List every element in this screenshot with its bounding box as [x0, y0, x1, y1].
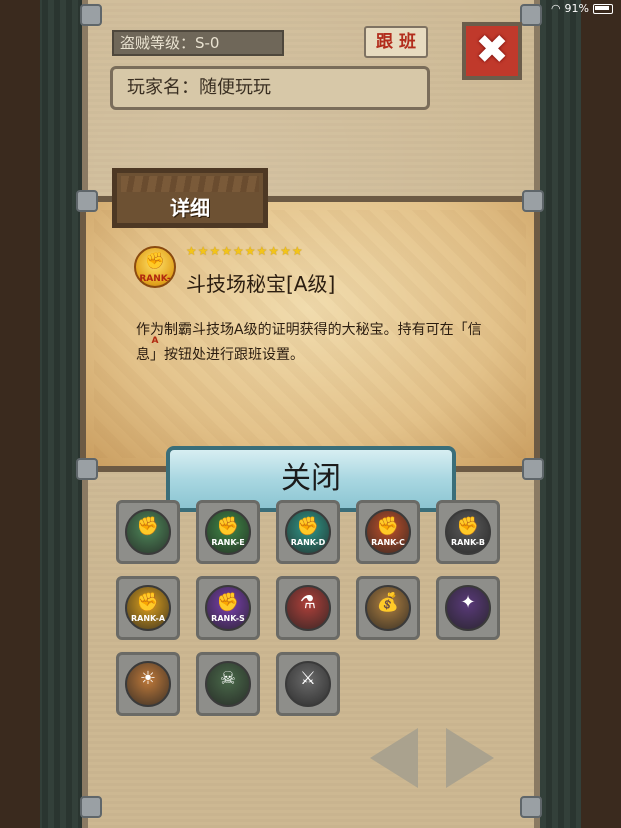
wifi-icon: ◠	[550, 2, 561, 15]
grid-slot[interactable]: ✊ RANK-B	[436, 500, 500, 564]
item-glyph: ✊	[376, 516, 400, 537]
item-icon: ✊ RANK-S	[205, 585, 251, 631]
grid-slot[interactable]: ⚗	[276, 576, 340, 640]
bolt-icon	[80, 4, 102, 26]
item-glyph: ☠	[219, 668, 237, 689]
grid-slot[interactable]: ✊ RANK-S	[196, 576, 260, 640]
dialog-title: 详细	[170, 196, 210, 220]
status-bar: ◠ 91%	[551, 2, 613, 15]
bolt-icon	[76, 458, 98, 480]
grid-slot[interactable]: ✊ RANK-D	[276, 500, 340, 564]
left-wood-frame	[0, 0, 40, 828]
item-label: RANK-E	[211, 538, 245, 547]
bolt-icon	[520, 4, 542, 26]
item-icon: ☀	[125, 661, 171, 707]
item-icon: ✊ RANK-E	[205, 509, 251, 555]
battery-percent: 91%	[564, 2, 589, 15]
item-icon: ✊ RANK-D	[285, 509, 331, 555]
item-label: RANK-D	[290, 538, 326, 547]
follow-button[interactable]: 跟 班	[364, 26, 428, 58]
item-label: RANK-C	[371, 538, 405, 547]
bolt-icon	[76, 190, 98, 212]
grid-slot[interactable]: ☀	[116, 652, 180, 716]
grid-slot[interactable]: ✊ RANK-C	[356, 500, 420, 564]
item-icon: ✊ RANK-C	[365, 509, 411, 555]
dialog-title-tab: 详细	[112, 168, 268, 228]
next-page-arrow-icon[interactable]	[446, 728, 494, 788]
bolt-icon	[520, 796, 542, 818]
item-glyph: ✊	[216, 516, 240, 537]
bolt-icon	[522, 190, 544, 212]
bolt-icon	[522, 458, 544, 480]
player-name: 玩家名：随便玩玩	[110, 66, 430, 110]
item-glyph: ✊	[136, 516, 160, 537]
item-glyph: ✊	[296, 516, 320, 537]
close-icon[interactable]: ✖	[462, 22, 522, 80]
grid-slot[interactable]: 💰	[356, 576, 420, 640]
item-icon: ☠	[205, 661, 251, 707]
item-icon: ✦	[445, 585, 491, 631]
bolt-icon	[80, 796, 102, 818]
battery-icon	[593, 3, 613, 14]
item-description: 作为制霸斗技场A级的证明获得的大秘宝。持有可在「信息」按钮处进行跟班设置。	[136, 322, 482, 363]
item-glyph: ✊	[136, 592, 160, 613]
item-icon: ✊	[125, 509, 171, 555]
item-icon: ⚗	[285, 585, 331, 631]
rank-a-badge-icon: ✊ RANK-A	[134, 246, 176, 346]
item-icon: ✊ RANK-B	[445, 509, 491, 555]
item-label: RANK-B	[451, 538, 485, 547]
grid-slot[interactable]: ☠	[196, 652, 260, 716]
star-rating: ★★★★★★★★★★	[186, 244, 304, 258]
item-icon: 💰	[365, 585, 411, 631]
grid-slot[interactable]: ✊	[116, 500, 180, 564]
item-glyph: ⚗	[299, 592, 317, 613]
item-icon: ✊ RANK-A	[125, 585, 171, 631]
grid-slot[interactable]: ✊ RANK-A	[116, 576, 180, 640]
grid-slot[interactable]: ✦	[436, 576, 500, 640]
item-glyph: ✦	[460, 592, 476, 613]
bandit-level: 盗贼等级：S-0	[112, 30, 284, 56]
item-icon: ⚔	[285, 661, 331, 707]
item-name: 斗技场秘宝[A级]	[186, 272, 336, 296]
item-label: RANK-S	[211, 614, 245, 623]
grid-slot[interactable]: ✊ RANK-E	[196, 500, 260, 564]
right-wood-frame	[581, 0, 621, 828]
grid-slot[interactable]: ⚔	[276, 652, 340, 716]
item-label: RANK-A	[130, 614, 166, 623]
item-glyph: 💰	[376, 592, 400, 613]
item-glyph: ☀	[139, 668, 157, 689]
item-glyph: ✊	[456, 516, 480, 537]
item-glyph: ✊	[216, 592, 240, 613]
item-glyph: ⚔	[299, 668, 317, 689]
prev-page-arrow-icon[interactable]	[370, 728, 418, 788]
fist-icon: ✊	[145, 251, 165, 270]
